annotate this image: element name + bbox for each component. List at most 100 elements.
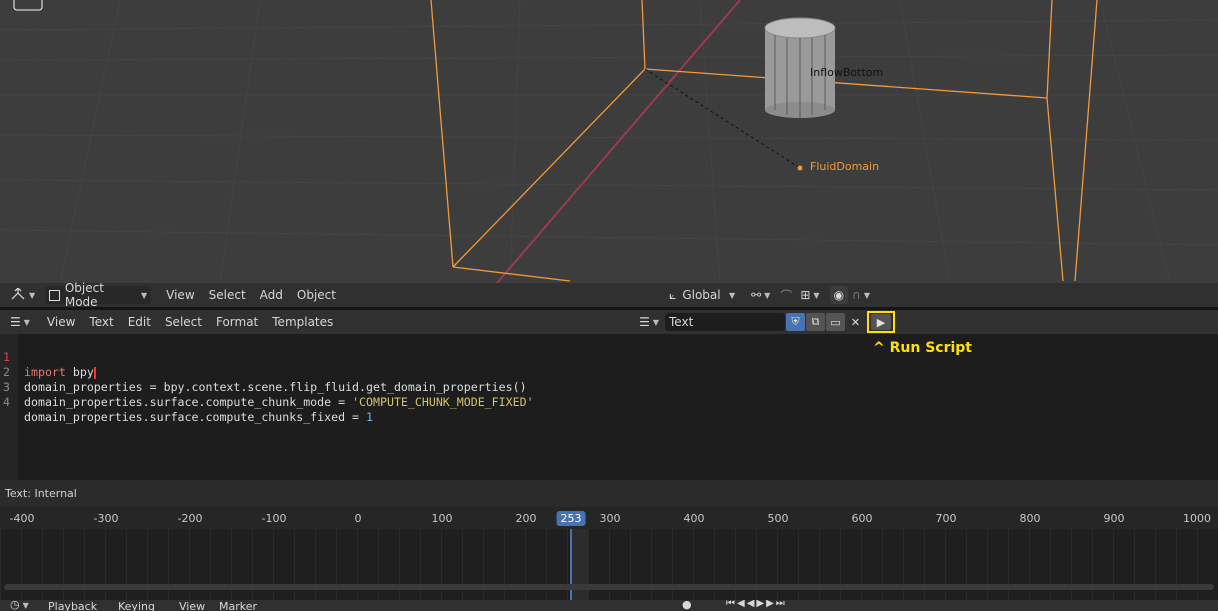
fake-user-toggle[interactable]: ⛨ <box>786 313 805 331</box>
frame-tick-label: 800 <box>1019 512 1041 525</box>
timeline-menu-keying[interactable]: Keying <box>118 600 155 611</box>
text-menu-select[interactable]: Select <box>158 315 209 329</box>
clock-icon: ◷ <box>10 600 20 611</box>
falloff-dropdown[interactable]: ∩ ▼ <box>848 286 874 304</box>
viewport-menu-view[interactable]: View <box>159 288 201 302</box>
x-axis-line <box>496 0 741 283</box>
horizontal-scrollbar[interactable] <box>4 584 1214 590</box>
viewport-menu-select[interactable]: Select <box>202 288 253 302</box>
play-icon: ▶ <box>876 315 886 329</box>
folder-icon: ▭ <box>830 315 841 329</box>
text-editor-header: ☰ ▼ View Text Edit Select Format Template… <box>0 310 1218 334</box>
code-line: 2 domain_properties = bpy.context.scene.… <box>0 350 527 394</box>
open-text-button[interactable]: ▭ <box>826 313 845 331</box>
frame-tick-label: 500 <box>767 512 789 525</box>
pivot-icon: ⚯ <box>751 288 762 302</box>
text-datablock-icon: ☰ <box>639 315 650 329</box>
object-mode-icon <box>49 289 60 301</box>
text-editor-code-area[interactable]: 1 import bpy 2 domain_properties = bpy.c… <box>0 334 1218 480</box>
viewport-header: ▼ Object Mode ▼ View Select Add Object ⟀ G… <box>0 281 1218 309</box>
frame-tick-label: -400 <box>9 512 35 525</box>
frame-tick-label: 1000 <box>1183 512 1211 525</box>
frame-tick-label: 400 <box>683 512 705 525</box>
timeline-menu-view[interactable]: View <box>179 600 205 611</box>
frame-tick-label: -100 <box>261 512 287 525</box>
object-label-domain: FluidDomain <box>810 160 880 173</box>
duplicate-icon: ⧉ <box>811 315 820 328</box>
frame-tick-label: 0 <box>354 512 362 525</box>
playback-controls[interactable]: ⏮◀◀▶▶⏭ <box>726 600 787 609</box>
code-token: domain_properties = bpy.context.scene.fl… <box>24 380 527 394</box>
frame-tick-label: 900 <box>1103 512 1125 525</box>
domain-origin-dot <box>797 165 803 171</box>
proportional-edit-toggle[interactable]: ◉ <box>829 286 849 304</box>
proportional-edit-icon: ◉ <box>833 288 845 302</box>
text-menu-view[interactable]: View <box>40 315 82 329</box>
magnet-icon: ⌒ <box>780 288 793 303</box>
frame-tick-label: 200 <box>515 512 537 525</box>
run-script-annotation: ^ Run Script <box>873 340 972 356</box>
code-line: 4 domain_properties.surface.compute_chun… <box>0 380 373 424</box>
shield-icon: ⛨ <box>791 315 800 328</box>
orientation-axes-icon: ⟀ <box>669 287 677 302</box>
pivot-dropdown[interactable]: ⚯ ▼ <box>747 286 774 304</box>
run-script-highlight: ▶ <box>867 311 895 333</box>
timeline-menu-playback[interactable]: Playback <box>48 600 97 611</box>
viewport-scene <box>0 0 1218 283</box>
text-menu-templates[interactable]: Templates <box>265 315 340 329</box>
orientation-label: Global <box>682 288 721 302</box>
mode-label: Object Mode <box>64 281 104 309</box>
orientation-dropdown[interactable]: ⟀ Global ▼ <box>665 286 739 304</box>
snap-toggle[interactable]: ⌒ <box>776 286 796 304</box>
text-editor-icon: ☰ <box>10 315 21 329</box>
line-number: 4 <box>3 395 10 409</box>
viewport-menu-add[interactable]: Add <box>253 288 290 302</box>
snap-increment-icon: ⊞ <box>800 288 811 302</box>
auto-keying-toggle[interactable]: ● <box>682 600 692 611</box>
code-token: domain_properties.surface.compute_chunk_… <box>24 395 353 409</box>
text-menu-format[interactable]: Format <box>209 315 265 329</box>
viewport-menu-object[interactable]: Object <box>290 288 343 302</box>
editor-type-dropdown[interactable]: ▼ <box>6 286 39 304</box>
object-label-inflow: InflowBottom <box>810 66 884 79</box>
fluid-domain-box[interactable] <box>430 0 1098 282</box>
frame-tick-label: -200 <box>177 512 203 525</box>
timeline-area[interactable]: -400 -300 -200 -100 0 100 200 300 400 500 600 700 80… <box>0 507 1218 600</box>
code-line: 1 import bpy <box>0 335 96 379</box>
text-menu-text[interactable]: Text <box>82 315 120 329</box>
frame-tick-label: -300 <box>93 512 119 525</box>
code-token: 1 <box>366 410 374 424</box>
run-script-button[interactable]: ▶ <box>871 314 891 330</box>
text-menu-edit[interactable]: Edit <box>121 315 158 329</box>
frame-tick-label: 100 <box>431 512 453 525</box>
frame-tick-label: 600 <box>851 512 873 525</box>
frame-tick-label: 700 <box>935 512 957 525</box>
current-frame-indicator[interactable]: 253 <box>556 511 586 526</box>
timeline-editor-type-dropdown[interactable]: ◷ ▼ <box>10 600 29 611</box>
close-icon: ✕ <box>850 315 861 329</box>
text-editor-footer: Text: Internal <box>0 480 1218 507</box>
unlink-text-button[interactable]: ✕ <box>846 313 865 331</box>
code-token: domain_properties.surface.compute_chunks… <box>24 410 367 424</box>
new-text-button[interactable]: ⧉ <box>806 313 825 331</box>
code-token: bpy <box>65 365 94 379</box>
timeline-menu-marker[interactable]: Marker <box>219 600 257 611</box>
text-datablock-name: Text <box>669 315 694 329</box>
mode-dropdown[interactable]: Object Mode ▼ <box>45 281 152 309</box>
timeline-header: ◷ ▼ Playback Keying View Marker ● ⏮◀◀▶▶⏭ <box>0 600 1218 611</box>
camera-gizmo-icon[interactable] <box>13 0 43 11</box>
text-status-label: Text: Internal <box>5 487 77 500</box>
text-datablock-browse[interactable]: ☰ ▼ <box>635 313 663 331</box>
3d-viewport[interactable]: InflowBottom FluidDomain <box>0 0 1218 283</box>
text-datablock-name-field[interactable]: Text <box>665 313 785 331</box>
frame-tick-label: 300 <box>599 512 621 525</box>
editor-type-dropdown-text[interactable]: ☰ ▼ <box>6 313 34 331</box>
snap-target-dropdown[interactable]: ⊞ ▼ <box>796 286 823 304</box>
falloff-curve-icon: ∩ <box>852 288 861 302</box>
code-token: import <box>24 365 66 379</box>
code-token: 'COMPUTE_CHUNK_MODE_FIXED' <box>352 395 534 409</box>
floor-grid <box>0 0 1218 283</box>
text-cursor <box>93 366 96 379</box>
transform-gizmo-icon <box>11 288 25 300</box>
code-line: 3 domain_properties.surface.compute_chun… <box>0 365 534 409</box>
